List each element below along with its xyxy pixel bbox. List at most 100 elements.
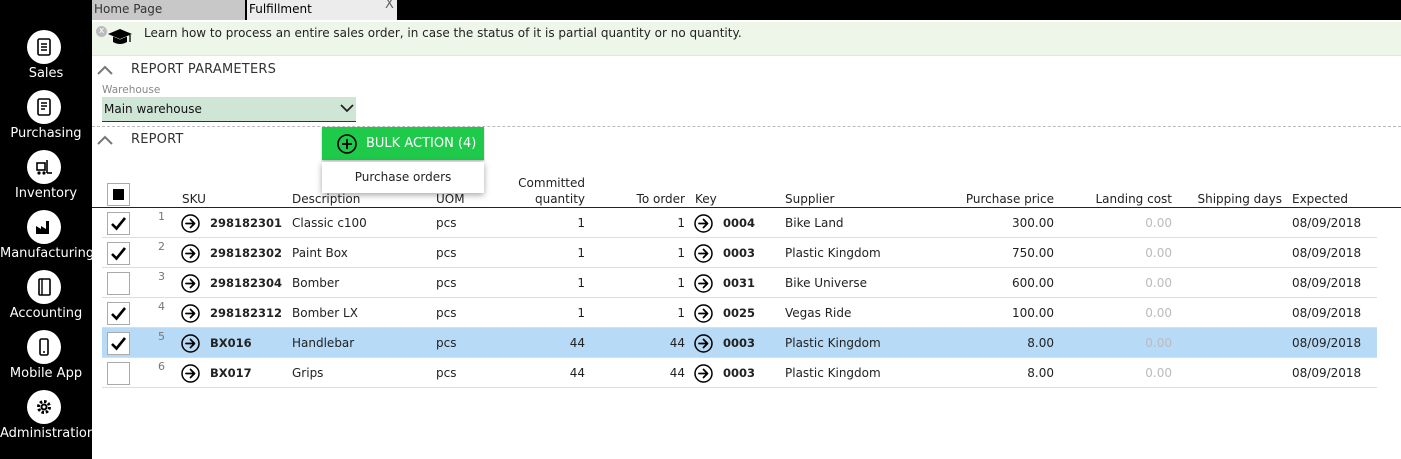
- cell-committed: 44: [569, 336, 585, 350]
- bulk-action-label: BULK ACTION (4): [366, 136, 477, 151]
- cell-landing-cost: 0.00: [1145, 306, 1172, 320]
- collapse-report-chevron-icon[interactable]: [97, 135, 113, 145]
- sidebar-item-label: Administration: [0, 426, 96, 441]
- plus-circle-icon: [337, 134, 357, 154]
- row-checkbox[interactable]: [107, 332, 130, 355]
- open-item-arrow-icon[interactable]: [181, 274, 200, 293]
- cell-description: Bomber: [292, 276, 340, 290]
- sidebar-item-accounting[interactable]: Accounting: [0, 270, 92, 330]
- cell-sku: 298182302: [210, 246, 283, 260]
- column-header-shipping-days: Shipping days: [1197, 192, 1283, 206]
- cell-sku: 298182301: [210, 216, 283, 230]
- sidebar-item-mobile-app[interactable]: Mobile App: [0, 330, 92, 390]
- collapse-parameters-chevron-icon[interactable]: [97, 65, 113, 75]
- cell-description: Grips: [292, 366, 324, 380]
- bulk-action-button[interactable]: BULK ACTION (4): [322, 127, 484, 160]
- sidebar-item-label: Purchasing: [10, 126, 82, 141]
- cell-purchase-price: 8.00: [1027, 336, 1054, 350]
- open-item-arrow-icon[interactable]: [181, 244, 200, 263]
- forklift-icon: [27, 150, 61, 184]
- cell-sku: BX016: [210, 336, 252, 350]
- cell-purchase-price: 100.00: [1012, 306, 1054, 320]
- open-item-arrow-icon[interactable]: [181, 304, 200, 323]
- open-supplier-arrow-icon[interactable]: [694, 244, 713, 263]
- graduation-cap-icon: [108, 29, 132, 44]
- table-row[interactable]: 4 298182312 Bomber LX pcs 1 1 0025 Vegas Ride 10…: [102, 298, 1377, 328]
- table-row[interactable]: 3 298182304 Bomber pcs 1 1 0031 Bike Universe 60…: [102, 268, 1377, 298]
- cell-expected: 08/09/2018: [1292, 306, 1362, 320]
- cell-uom: pcs: [436, 306, 457, 320]
- row-number: 6: [158, 360, 165, 373]
- table-row[interactable]: 6 BX017 Grips pcs 44 44 0003 Plastic Kingdom 8.0…: [102, 358, 1377, 388]
- open-item-arrow-icon[interactable]: [181, 364, 200, 383]
- cell-expected: 08/09/2018: [1292, 246, 1362, 260]
- ledger-icon: [27, 270, 61, 304]
- cell-key: 0003: [723, 336, 756, 350]
- warehouse-select[interactable]: Main warehouse: [102, 97, 356, 122]
- cell-supplier: Plastic Kingdom: [785, 336, 881, 350]
- table-row[interactable]: 5 BX016 Handlebar pcs 44 44 0003 Plastic Kingdo…: [102, 328, 1377, 358]
- gear-icon: [27, 390, 61, 424]
- sidebar-item-label: Mobile App: [9, 366, 83, 381]
- open-item-arrow-icon[interactable]: [181, 334, 200, 353]
- cell-sku: 298182304: [210, 276, 283, 290]
- cell-purchase-price: 750.00: [1012, 246, 1054, 260]
- cell-supplier: Vegas Ride: [785, 306, 852, 320]
- cell-sku: 298182312: [210, 306, 283, 320]
- cell-landing-cost: 0.00: [1145, 336, 1172, 350]
- cell-description: Bomber LX: [292, 306, 358, 320]
- table-row[interactable]: 2 298182302 Paint Box pcs 1 1 0003 Plastic King…: [102, 238, 1377, 268]
- column-header-committed-line2: quantity: [534, 192, 585, 206]
- cell-to-order: 44: [669, 366, 685, 380]
- row-checkbox[interactable]: [107, 272, 130, 295]
- table-row[interactable]: 1 298182301 Classic c100 pcs 1 1 0004 Bike Land…: [102, 208, 1377, 238]
- column-header-key: Key: [695, 192, 717, 206]
- open-supplier-arrow-icon[interactable]: [694, 274, 713, 293]
- tab-close-button[interactable]: X: [385, 0, 394, 12]
- select-all-checkbox[interactable]: [107, 183, 130, 206]
- column-header-purchase-price: Purchase price: [965, 192, 1054, 206]
- sidebar-item-purchasing[interactable]: Purchasing: [0, 90, 92, 150]
- row-number: 3: [158, 270, 165, 283]
- row-checkbox[interactable]: [107, 212, 130, 235]
- report-title: REPORT: [131, 132, 184, 147]
- cell-uom: pcs: [436, 246, 457, 260]
- warehouse-value: Main warehouse: [104, 102, 202, 116]
- cell-expected: 08/09/2018: [1292, 336, 1362, 350]
- open-item-arrow-icon[interactable]: [181, 214, 200, 233]
- cell-expected: 08/09/2018: [1292, 366, 1362, 380]
- open-supplier-arrow-icon[interactable]: [694, 334, 713, 353]
- factory-icon: [27, 210, 61, 244]
- column-header-sku: SKU: [182, 192, 206, 206]
- cell-purchase-price: 8.00: [1027, 366, 1054, 380]
- sidebar-item-manufacturing[interactable]: Manufacturing: [0, 210, 94, 270]
- open-supplier-arrow-icon[interactable]: [694, 364, 713, 383]
- column-header-expected: Expected: [1292, 192, 1348, 206]
- sidebar-item-administration[interactable]: Administration: [0, 390, 96, 450]
- row-checkbox[interactable]: [107, 302, 130, 325]
- cell-uom: pcs: [436, 336, 457, 350]
- row-number: 1: [158, 210, 165, 223]
- column-header-landing-cost: Landing cost: [1095, 192, 1172, 206]
- cell-to-order: 1: [677, 276, 685, 290]
- cell-key: 0031: [723, 276, 756, 290]
- cell-expected: 08/09/2018: [1292, 276, 1362, 290]
- sidebar-item-inventory[interactable]: Inventory: [0, 150, 92, 210]
- cell-landing-cost: 0.00: [1145, 246, 1172, 260]
- dropdown-item-purchase-orders[interactable]: Purchase orders: [322, 162, 484, 193]
- tab-fulfillment[interactable]: Fulfillment: [247, 0, 397, 20]
- row-checkbox[interactable]: [107, 362, 130, 385]
- tab-home-page[interactable]: Home Page: [92, 0, 245, 20]
- row-number: 4: [158, 300, 165, 313]
- tab-bar: Home Page Fulfillment X: [92, 0, 1401, 20]
- cell-key: 0003: [723, 246, 756, 260]
- open-supplier-arrow-icon[interactable]: [694, 304, 713, 323]
- open-supplier-arrow-icon[interactable]: [694, 214, 713, 233]
- cell-landing-cost: 0.00: [1145, 276, 1172, 290]
- cell-committed: 1: [577, 246, 585, 260]
- cell-purchase-price: 300.00: [1012, 216, 1054, 230]
- row-checkbox[interactable]: [107, 242, 130, 265]
- warehouse-label: Warehouse: [102, 84, 161, 96]
- bulk-action-dropdown: Purchase orders: [322, 162, 484, 193]
- sidebar-item-sales[interactable]: Sales: [0, 30, 92, 90]
